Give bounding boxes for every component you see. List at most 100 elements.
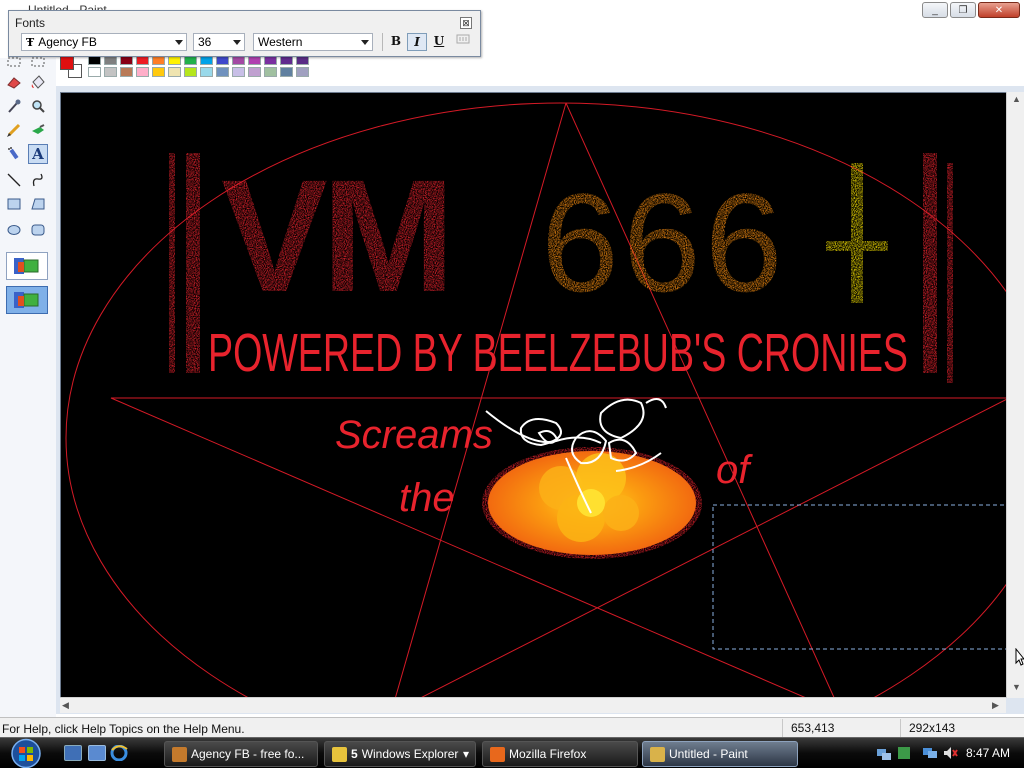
fonts-toolbar-title: Fonts — [15, 16, 46, 30]
font-name-value: Agency FB — [38, 35, 97, 49]
window-controls: _ ❐ ✕ — [922, 2, 1020, 18]
palette-swatch[interactable] — [184, 67, 197, 77]
volume-muted-icon[interactable] — [942, 745, 958, 761]
scroll-down-icon[interactable]: ▼ — [1012, 682, 1021, 692]
minimize-button[interactable]: _ — [922, 2, 948, 18]
system-tray: 8:47 AM — [870, 738, 1024, 768]
task-group-count: 5 — [351, 747, 358, 761]
palette-swatch[interactable] — [296, 67, 309, 77]
transparent-background-icon — [14, 292, 39, 308]
pick-color-tool[interactable] — [4, 96, 24, 116]
scroll-left-icon[interactable]: ◀ — [62, 700, 69, 711]
clock[interactable]: 8:47 AM — [966, 746, 1010, 760]
art-left-bar — [186, 153, 200, 373]
taskbar-button[interactable]: Untitled - Paint — [642, 741, 798, 767]
palette-swatch[interactable] — [120, 67, 133, 77]
art-left-dots — [169, 153, 175, 373]
polygon-tool[interactable] — [28, 194, 48, 214]
rounded-rectangle-tool[interactable] — [28, 220, 48, 240]
chevron-down-icon — [361, 40, 369, 45]
internet-explorer-icon[interactable] — [110, 745, 128, 761]
art-right-dots — [947, 163, 953, 383]
opaque-background-option[interactable] — [6, 252, 48, 280]
magnifier-tool[interactable] — [28, 96, 48, 116]
line-tool[interactable] — [4, 170, 24, 190]
text-tool[interactable]: A — [28, 144, 48, 164]
fire-pit — [482, 447, 702, 559]
drawing-canvas[interactable]: VM 666 POWERED BY BEELZEBUB'S CRONIES Sc… — [60, 92, 1008, 698]
task-label: Windows Explorer — [361, 747, 459, 761]
bold-button[interactable]: B — [386, 33, 406, 51]
brush-tool[interactable] — [28, 120, 48, 140]
taskbar: Agency FB - free fo... 5 Windows Explorer … — [0, 737, 1024, 768]
art-title-left: VM — [221, 146, 449, 325]
switch-windows-icon[interactable] — [88, 745, 106, 761]
curve-tool[interactable] — [28, 170, 48, 190]
fill-tool[interactable] — [28, 72, 48, 92]
task-label: Mozilla Firefox — [509, 747, 587, 761]
palette-swatch[interactable] — [104, 67, 117, 77]
taskbar-button[interactable]: Agency FB - free fo... — [164, 741, 318, 767]
tray-app-icon[interactable] — [896, 745, 912, 761]
script-value: Western — [258, 35, 303, 49]
windows-start-icon[interactable] — [6, 738, 46, 768]
toolbar-divider — [382, 33, 383, 51]
palette-swatch[interactable] — [152, 67, 165, 77]
vertical-scrollbar[interactable]: ▲ ▼ — [1006, 92, 1024, 698]
font-size-value: 36 — [198, 35, 212, 49]
show-desktop-icon[interactable] — [64, 745, 82, 761]
font-name-select[interactable]: Ŧ Agency FB — [21, 33, 187, 51]
palette-swatch[interactable] — [168, 67, 181, 77]
art-word-of: of — [716, 448, 753, 492]
palette-swatch[interactable] — [280, 67, 293, 77]
art-right-bar — [923, 153, 937, 373]
close-button[interactable]: ✕ — [978, 2, 1020, 18]
palette-swatch[interactable] — [232, 67, 245, 77]
fonts-toolbar: Fonts ⊠ Ŧ Agency FB 36 Western B I U — [8, 10, 481, 57]
truetype-font-icon: Ŧ — [26, 36, 35, 49]
palette-swatch[interactable] — [200, 67, 213, 77]
ellipse-tool[interactable] — [4, 220, 24, 240]
transparent-background-option[interactable] — [6, 286, 48, 314]
palette-swatch[interactable] — [136, 67, 149, 77]
palette-swatch[interactable] — [248, 67, 261, 77]
fonts-toolbar-close-button[interactable]: ⊠ — [460, 17, 472, 29]
network-icon[interactable] — [876, 745, 892, 761]
italic-button[interactable]: I — [407, 33, 427, 51]
status-help-text: For Help, click Help Topics on the Help … — [2, 722, 245, 736]
pencil-tool[interactable] — [4, 120, 24, 140]
airbrush-tool[interactable] — [4, 144, 24, 164]
scroll-right-icon[interactable]: ▶ — [992, 700, 999, 711]
font-size-select[interactable]: 36 — [193, 33, 245, 51]
horizontal-scrollbar[interactable]: ◀ ▶ — [60, 697, 1006, 713]
art-word-the: the — [399, 476, 455, 520]
taskbar-button[interactable]: Mozilla Firefox — [482, 741, 638, 767]
chevron-down-icon: ▾ — [462, 747, 469, 761]
art-subtitle: POWERED BY BEELZEBUB'S CRONIES — [208, 323, 908, 383]
color-palette — [58, 54, 318, 82]
vertical-text-button[interactable] — [453, 33, 473, 51]
monitors-icon[interactable] — [922, 745, 938, 761]
task-app-icon — [490, 747, 505, 762]
palette-swatch[interactable] — [264, 67, 277, 77]
script-select[interactable]: Western — [253, 33, 373, 51]
pentagram-circle — [65, 102, 1007, 697]
status-coordinates: 653,413 — [782, 719, 900, 737]
scroll-up-icon[interactable]: ▲ — [1012, 94, 1021, 104]
eraser-tool[interactable] — [4, 72, 24, 92]
vertical-text-icon — [456, 34, 470, 44]
palette-swatch[interactable] — [88, 67, 101, 77]
underline-button[interactable]: U — [429, 33, 449, 51]
maximize-button[interactable]: ❐ — [950, 2, 976, 18]
foreground-color[interactable] — [60, 56, 74, 70]
task-app-icon — [650, 747, 665, 762]
palette-swatch[interactable] — [216, 67, 229, 77]
current-colors — [58, 54, 84, 80]
chevron-down-icon — [233, 40, 241, 45]
art-title-right: 666 — [541, 164, 787, 321]
taskbar-button[interactable]: 5 Windows Explorer ▾ — [324, 741, 476, 767]
status-selection-size: 292x143 — [900, 719, 1024, 737]
task-label: Agency FB - free fo... — [191, 747, 305, 761]
task-label: Untitled - Paint — [669, 747, 748, 761]
rectangle-tool[interactable] — [4, 194, 24, 214]
